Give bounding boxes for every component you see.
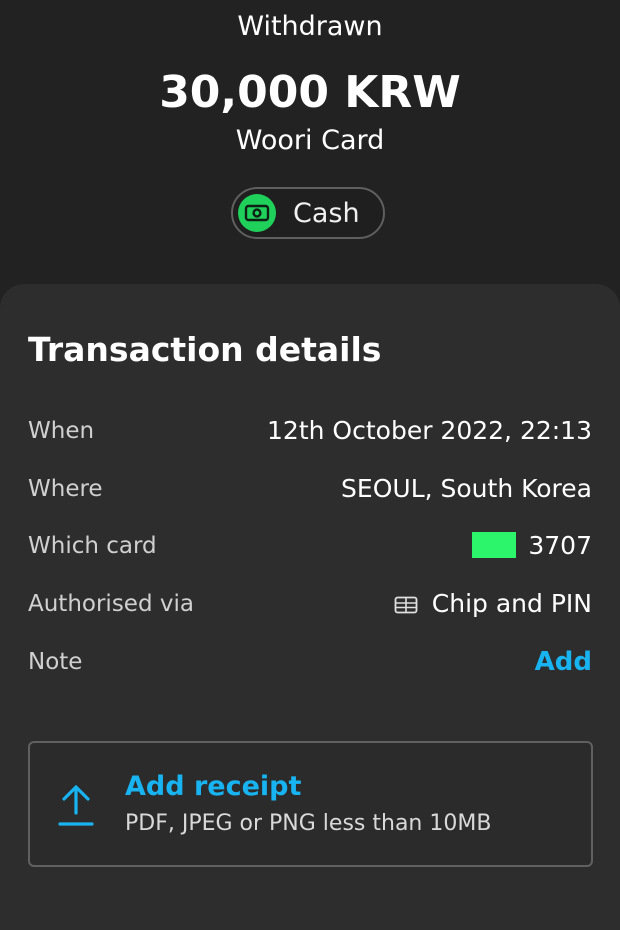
add-receipt-button[interactable]: Add receipt PDF, JPEG or PNG less than 1… bbox=[28, 741, 593, 867]
upload-icon bbox=[58, 783, 94, 831]
cash-icon bbox=[238, 194, 276, 232]
detail-label: Note bbox=[28, 649, 83, 675]
add-note-link[interactable]: Add bbox=[535, 642, 592, 682]
section-title: Transaction details bbox=[28, 330, 382, 369]
detail-label: Where bbox=[28, 476, 103, 502]
category-chip[interactable]: Cash bbox=[231, 187, 385, 239]
transaction-amount: 30,000 KRW bbox=[159, 67, 461, 118]
receipt-title: Add receipt bbox=[125, 771, 302, 802]
category-label: Cash bbox=[293, 198, 360, 229]
transaction-details-panel: Transaction details When 12th October 20… bbox=[0, 284, 620, 930]
chip-card-icon bbox=[394, 586, 418, 626]
detail-label: Which card bbox=[28, 533, 157, 559]
detail-value: 12th October 2022, 22:13 bbox=[267, 416, 592, 445]
detail-label: When bbox=[28, 418, 95, 444]
auth-value: Chip and PIN bbox=[394, 584, 592, 626]
detail-row-authorised-via: Authorised via Chip and PIN bbox=[28, 584, 592, 624]
detail-label: Authorised via bbox=[28, 591, 194, 617]
detail-row-which-card: Which card 3707 bbox=[28, 526, 592, 566]
receipt-hint: PDF, JPEG or PNG less than 10MB bbox=[125, 811, 492, 836]
merchant-name: Woori Card bbox=[235, 125, 385, 156]
transaction-status: Withdrawn bbox=[237, 11, 383, 42]
detail-row-note: Note Add bbox=[28, 642, 592, 682]
detail-row-where: Where SEOUL, South Korea bbox=[28, 469, 592, 509]
auth-method: Chip and PIN bbox=[431, 589, 592, 618]
detail-value: SEOUL, South Korea bbox=[341, 474, 592, 503]
card-value: 3707 bbox=[472, 526, 592, 566]
transaction-header: Withdrawn 30,000 KRW Woori Card Cash bbox=[0, 0, 620, 300]
detail-row-when: When 12th October 2022, 22:13 bbox=[28, 411, 592, 451]
card-thumbnail-icon bbox=[472, 532, 517, 558]
card-last-digits: 3707 bbox=[528, 531, 592, 560]
